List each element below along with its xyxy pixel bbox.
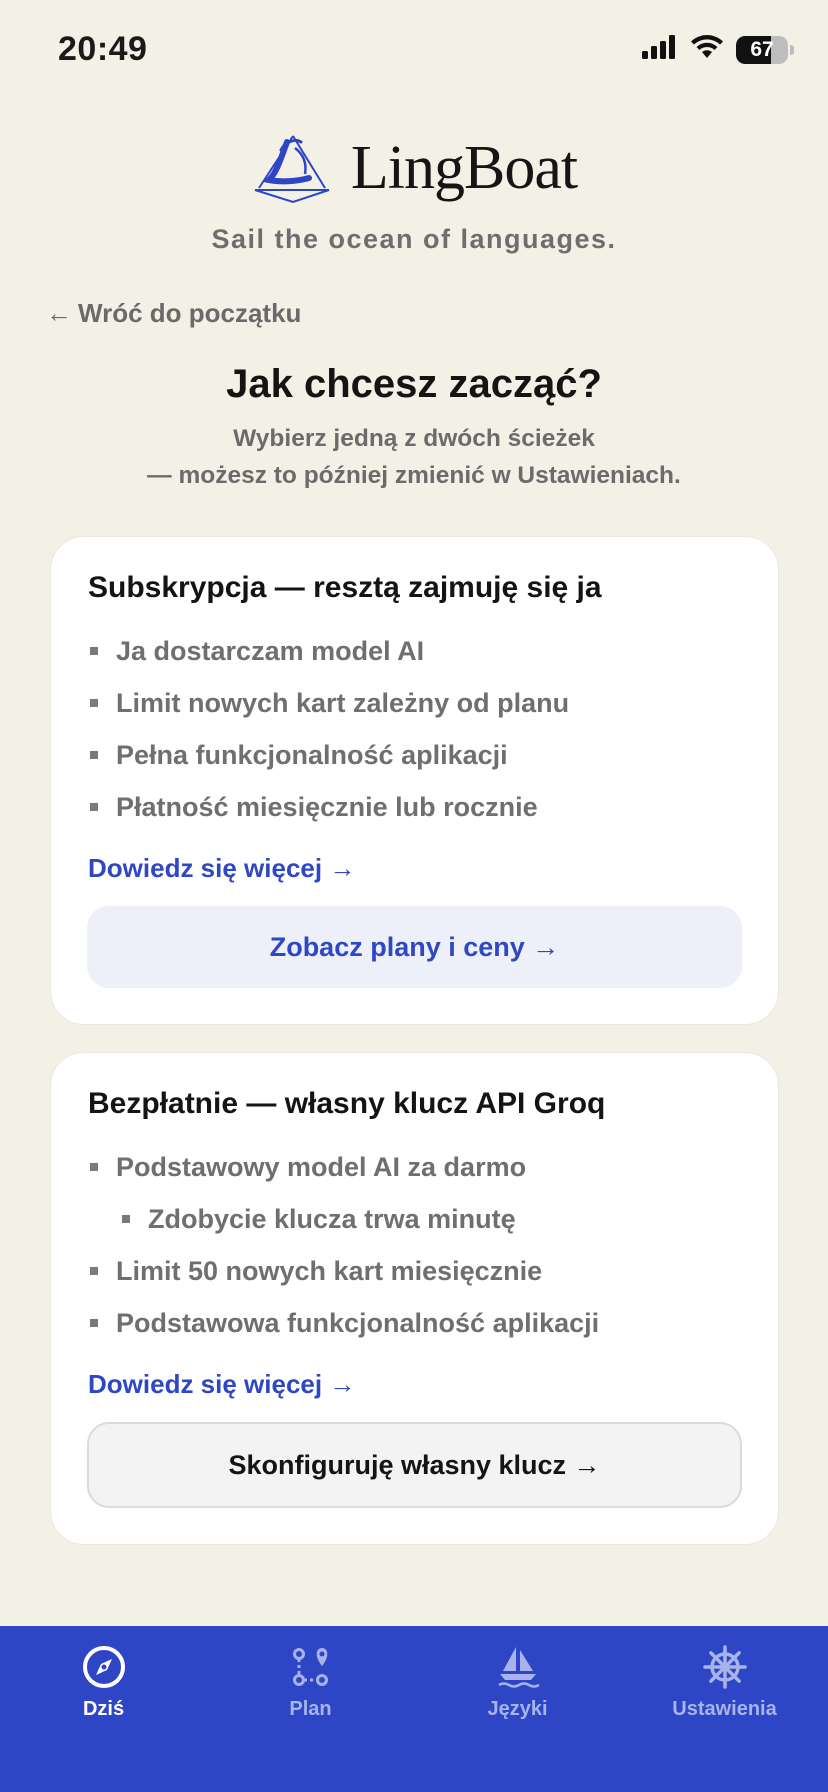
list-item: Płatność miesięcznie lub rocznie — [88, 781, 741, 833]
brand-name: LingBoat — [350, 134, 578, 202]
status-bar: 20:49 67 — [0, 0, 828, 100]
page-title: Jak chcesz zacząć? — [226, 362, 602, 406]
arrow-left-icon: ← — [46, 298, 72, 328]
route-icon — [286, 1642, 336, 1692]
sailboat-icon — [493, 1642, 543, 1692]
card-title: Bezpłatnie — własny klucz API Groq — [88, 1087, 606, 1120]
subtitle-line-1: Wybierz jedną z dwóch ścieżek — [233, 425, 595, 452]
tab-label: Plan — [289, 1698, 332, 1720]
bottom-tab-bar: Dziś Plan Języki Ustawienia — [0, 1626, 828, 1792]
tab-plan[interactable]: Plan — [207, 1626, 414, 1792]
learn-more-link[interactable]: Dowiedz się więcej → — [88, 853, 355, 884]
tab-label: Ustawienia — [672, 1698, 777, 1720]
battery-level: 67 — [750, 37, 774, 61]
list-item: Limit 50 nowych kart miesięcznie — [88, 1245, 741, 1297]
status-time: 20:49 — [58, 30, 148, 68]
status-icons: 67 — [642, 34, 794, 65]
page-subtitle: Wybierz jedną z dwóch ścieżek — możesz t… — [0, 420, 828, 494]
see-plans-button[interactable]: Zobacz plany i ceny → — [87, 906, 742, 988]
back-link-label: Wróć do początku — [78, 298, 302, 328]
tab-today[interactable]: Dziś — [0, 1626, 207, 1792]
helm-icon — [700, 1642, 750, 1692]
configure-own-key-button[interactable]: Skonfiguruję własny klucz → — [87, 1422, 742, 1508]
back-to-start-link[interactable]: ← Wróć do początku — [46, 298, 301, 329]
compass-icon — [79, 1642, 129, 1692]
tab-languages[interactable]: Języki — [414, 1626, 621, 1792]
signal-icon — [642, 35, 678, 64]
tab-settings[interactable]: Ustawienia — [621, 1626, 828, 1792]
lingboat-logo-icon — [251, 128, 333, 209]
battery-icon: 67 — [736, 35, 794, 64]
feature-list: Ja dostarczam model AI Limit nowych kart… — [88, 625, 741, 833]
brand-tagline: Sail the ocean of languages. — [211, 224, 617, 254]
brand-logo: LingBoat — [0, 128, 828, 209]
subtitle-line-2: — możesz to później zmienić w Ustawienia… — [147, 462, 681, 489]
list-item: Pełna funkcjonalność aplikacji — [88, 729, 741, 781]
list-item: Podstawowy model AI za darmo — [88, 1141, 741, 1193]
tab-label: Dziś — [82, 1698, 125, 1720]
free-api-key-card: Bezpłatnie — własny klucz API Groq Podst… — [50, 1052, 779, 1545]
list-item: Podstawowa funkcjonalność aplikacji — [88, 1297, 741, 1349]
subscription-card: Subskrypcja — resztą zajmuję się ja Ja d… — [50, 536, 779, 1025]
list-item: Limit nowych kart zależny od planu — [88, 677, 741, 729]
battery-cap — [790, 44, 794, 55]
tab-label: Języki — [487, 1698, 548, 1720]
feature-list: Podstawowy model AI za darmo Zdobycie kl… — [88, 1141, 741, 1349]
onboarding-screen: 20:49 67 LingBoat Sail the ocean of lang… — [0, 0, 828, 1792]
battery-body: 67 — [736, 35, 788, 64]
learn-more-link[interactable]: Dowiedz się więcej → — [88, 1369, 355, 1400]
list-item-nested: Zdobycie klucza trwa minutę — [88, 1193, 741, 1245]
wifi-icon — [690, 34, 724, 65]
list-item: Ja dostarczam model AI — [88, 625, 741, 677]
card-title: Subskrypcja — resztą zajmuję się ja — [88, 571, 602, 604]
